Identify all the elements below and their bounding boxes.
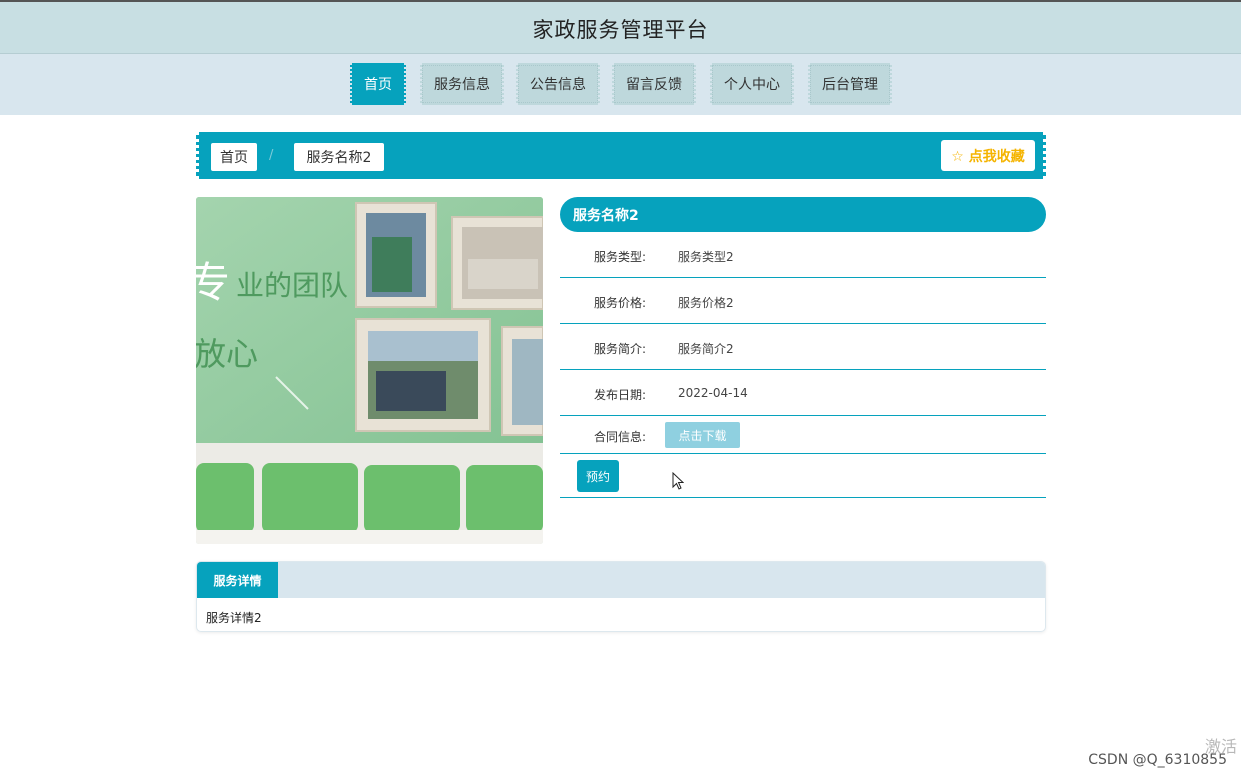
- info-label: 发布日期:: [594, 388, 647, 402]
- favorite-button[interactable]: ☆ 点我收藏: [941, 140, 1035, 171]
- nav-item-feedback[interactable]: 留言反馈: [612, 63, 696, 105]
- tab-service-detail[interactable]: 服务详情: [197, 562, 278, 598]
- info-row-date: 发布日期: 2022-04-14: [560, 370, 1046, 416]
- nav-item-notices[interactable]: 公告信息: [516, 63, 600, 105]
- info-row-contract: 合同信息: 点击下载: [560, 416, 1046, 454]
- detail-tabbar: 服务详情: [197, 562, 1045, 598]
- download-button[interactable]: 点击下载: [665, 422, 740, 448]
- nav-item-admin[interactable]: 后台管理: [808, 63, 892, 105]
- info-value: 服务价格2: [678, 296, 734, 310]
- info-row-type: 服务类型: 服务类型2: [560, 232, 1046, 278]
- info-label: 服务价格:: [594, 296, 647, 310]
- info-value: 服务类型2: [678, 250, 734, 264]
- top-header: 家政服务管理平台: [0, 0, 1241, 54]
- breadcrumb-home[interactable]: 首页: [211, 143, 257, 171]
- info-value: 2022-04-14: [678, 386, 748, 400]
- main-nav: 首页 服务信息 公告信息 留言反馈 个人中心 后台管理: [0, 54, 1241, 115]
- hero-text-line2: 放心: [196, 336, 258, 372]
- info-row-intro: 服务简介: 服务简介2: [560, 324, 1046, 370]
- nav-item-profile[interactable]: 个人中心: [710, 63, 794, 105]
- info-row-actions: 预约: [560, 454, 1046, 498]
- hero-text-line1: 业的团队: [236, 270, 348, 301]
- info-row-price: 服务价格: 服务价格2: [560, 278, 1046, 324]
- site-title: 家政服务管理平台: [532, 18, 709, 42]
- nav-item-services[interactable]: 服务信息: [420, 63, 504, 105]
- nav-item-home[interactable]: 首页: [350, 63, 406, 105]
- info-value: 服务简介2: [678, 342, 734, 356]
- detail-content: 服务详情2: [206, 611, 262, 625]
- info-label: 服务简介:: [594, 342, 647, 356]
- hero-partial-char: 专: [196, 259, 230, 306]
- breadcrumb: 首页 / 服务名称2 ☆ 点我收藏: [196, 132, 1046, 179]
- info-label: 合同信息:: [594, 430, 647, 444]
- book-button[interactable]: 预约: [577, 460, 619, 492]
- breadcrumb-current: 服务名称2: [294, 143, 384, 171]
- mouse-cursor-icon: [672, 472, 684, 490]
- service-image: 专 业的团队 放心: [196, 197, 543, 544]
- breadcrumb-separator: /: [269, 148, 274, 163]
- csdn-watermark: CSDN @Q_6310855: [1088, 752, 1227, 768]
- detail-panel: 服务详情 服务详情2: [196, 561, 1046, 632]
- service-title: 服务名称2: [560, 197, 1046, 232]
- info-label: 服务类型:: [594, 250, 647, 264]
